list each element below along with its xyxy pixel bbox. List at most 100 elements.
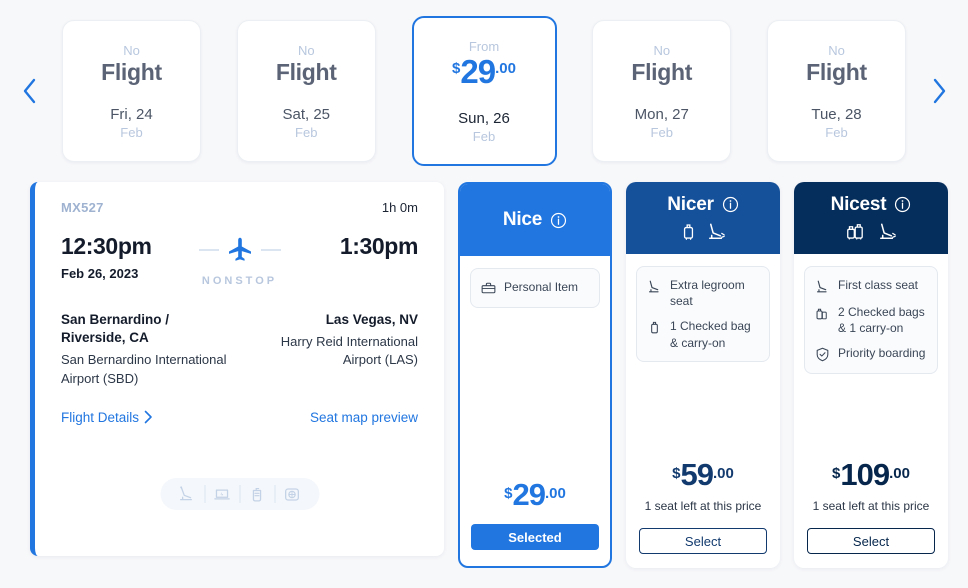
date-card-day: Mon, 27	[634, 105, 689, 123]
personal-item-icon	[479, 279, 497, 297]
fare-seats-left-nicer: 1 seat left at this price	[644, 498, 762, 513]
date-card-tue-28[interactable]: No Flight Tue, 28 Feb	[767, 20, 906, 162]
date-card-top-label: No	[123, 42, 140, 58]
fare-name: Nicest	[830, 193, 887, 215]
airplane-icon	[228, 237, 251, 261]
date-card-month: Feb	[120, 124, 143, 140]
fare-amenities-nicer: Extra legroom seat 1 Checked bag & carry…	[636, 266, 770, 362]
entertainment-icon	[275, 485, 309, 504]
date-card-month: Feb	[650, 124, 673, 140]
date-card-day: Fri, 24	[110, 105, 153, 123]
fare-footer-nicest: $ 109 .00 1 seat left at this price Sele…	[794, 459, 948, 568]
route-dash-right	[260, 249, 281, 251]
flight-header-row: MX527 1h 0m	[61, 200, 418, 215]
flight-times-row: 12:30pm Feb 26, 2023 NONSTOP 1:30pm	[61, 233, 419, 287]
fare-amenity-text: First class seat	[838, 278, 919, 292]
fare-cents: .00	[889, 464, 910, 482]
fare-price-nicer: $ 59 .00	[672, 459, 734, 490]
fare-select-button-nicer[interactable]: Select	[639, 528, 767, 554]
info-icon[interactable]	[550, 212, 567, 229]
fare-body-nicer: Extra legroom seat 1 Checked bag & carry…	[626, 254, 780, 459]
flight-details-link-label: Flight Details	[61, 409, 140, 425]
date-card-month: Feb	[472, 128, 496, 144]
date-card-amount: 29	[460, 52, 496, 90]
date-card-cents: .00	[495, 59, 516, 77]
destination-city: Las Vegas, NV	[325, 312, 418, 327]
fare-select-button-nicest[interactable]: Select	[807, 528, 935, 554]
fare-amenities-nicest: First class seat 2 Checked bags & 1 carr…	[804, 266, 938, 375]
fare-currency: $	[832, 464, 841, 482]
origin-block: San Bernardino / Riverside, CA San Berna…	[61, 311, 231, 388]
fare-amenity-text: Priority boarding	[838, 346, 926, 361]
fare-currency: $	[504, 485, 513, 502]
date-card-main-label: Flight	[275, 58, 337, 85]
date-card-fri-24[interactable]: No Flight Fri, 24 Feb	[62, 20, 201, 162]
date-card-main-label: Flight	[806, 58, 867, 85]
airports-row: San Bernardino / Riverside, CA San Berna…	[61, 311, 418, 388]
origin-airport: San Bernardino International Airport (SB…	[61, 352, 227, 386]
fare-header-nicer: Nicer	[626, 182, 780, 254]
fare-header-nicest: Nicest	[794, 182, 948, 254]
fare-select-button-nice[interactable]: Selected	[471, 524, 599, 550]
info-icon[interactable]	[722, 196, 739, 213]
fare-amenity-item: Personal Item	[479, 279, 591, 297]
fare-title-row: Nicer	[667, 194, 739, 216]
fare-footer-nicer: $ 59 .00 1 seat left at this price Selec…	[626, 459, 780, 568]
arrival-block: 1:30pm	[340, 233, 419, 281]
fare-amenity-item: Priority boarding	[813, 345, 929, 363]
date-cards-container: No Flight Fri, 24 Feb No Flight Sat, 25 …	[58, 16, 910, 166]
previous-dates-button[interactable]	[0, 0, 58, 182]
fare-header-icons-nicest	[843, 220, 899, 243]
date-card-main-label: Flight	[101, 58, 162, 85]
legroom-seat-icon	[709, 223, 725, 239]
fare-name: Nice	[502, 209, 543, 230]
fare-seats-left-nicest: 1 seat left at this price	[812, 498, 930, 513]
date-card-mon-27[interactable]: No Flight Mon, 27 Feb	[592, 20, 732, 162]
fare-amenities-nice: Personal Item	[470, 268, 600, 308]
date-card-currency: $	[452, 59, 461, 77]
date-card-day: Sun, 26	[458, 109, 510, 127]
date-card-month: Feb	[295, 124, 318, 140]
fare-body-nice: Personal Item	[460, 256, 610, 479]
date-selector-strip: No Flight Fri, 24 Feb No Flight Sat, 25 …	[0, 0, 968, 182]
chevron-left-icon	[23, 78, 36, 104]
carry-on-bag-icon	[683, 223, 694, 240]
fare-amenity-text: Extra legroom seat	[670, 278, 745, 309]
seat-recline-icon	[170, 485, 204, 504]
departure-date: Feb 26, 2023	[61, 266, 139, 281]
fare-card-nicest[interactable]: Nicest First class seat 2 Checked bags &…	[794, 182, 948, 568]
fare-card-nice[interactable]: Nice Personal Item $ 29 .00 Selected	[458, 182, 612, 568]
next-dates-button[interactable]	[910, 0, 968, 182]
fare-amount: 29	[512, 477, 546, 512]
fare-amenity-item: Extra legroom seat	[645, 277, 761, 309]
fare-name: Nicer	[667, 193, 714, 215]
origin-city: San Bernardino / Riverside, CA	[61, 312, 170, 346]
flight-number: MX527	[61, 200, 104, 215]
fare-amenity-item: 1 Checked bag & carry-on	[645, 318, 761, 350]
beverage-icon	[240, 485, 274, 504]
flight-details-link[interactable]: Flight Details	[61, 410, 153, 425]
legroom-seat-icon	[645, 277, 663, 295]
fare-price-nicest: $ 109 .00	[832, 459, 910, 490]
fare-cents: .00	[712, 464, 734, 482]
fare-amenity-text: 2 Checked bags & 1 carry-on	[838, 305, 925, 336]
date-card-sun-26-selected[interactable]: From $ 29 .00 Sun, 26 Feb	[411, 16, 557, 166]
fare-amenity-text: Personal Item	[504, 280, 579, 294]
flight-duration: 1h 0m	[381, 200, 418, 215]
fare-button-label: Select	[852, 533, 890, 549]
fare-amount: 109	[840, 456, 890, 492]
fare-cents: .00	[544, 485, 566, 502]
date-card-month: Feb	[825, 124, 848, 140]
first-class-seat-icon	[813, 277, 831, 295]
destination-airport: Harry Reid International Airport (LAS)	[280, 334, 418, 368]
info-icon[interactable]	[894, 196, 911, 213]
date-card-sat-25[interactable]: No Flight Sat, 25 Feb	[236, 20, 376, 162]
chevron-right-icon	[933, 78, 946, 104]
fare-header-icons-nicer	[678, 220, 728, 243]
date-card-top-label: From	[468, 38, 500, 54]
seat-map-preview-link[interactable]: Seat map preview	[310, 410, 418, 425]
date-card-day: Tue, 28	[811, 105, 862, 123]
fare-amenity-item: 2 Checked bags & 1 carry-on	[813, 304, 929, 336]
date-card-top-label: No	[297, 42, 315, 58]
fare-card-nicer[interactable]: Nicer Extra legroom seat 1 Checked bag &…	[626, 182, 780, 568]
